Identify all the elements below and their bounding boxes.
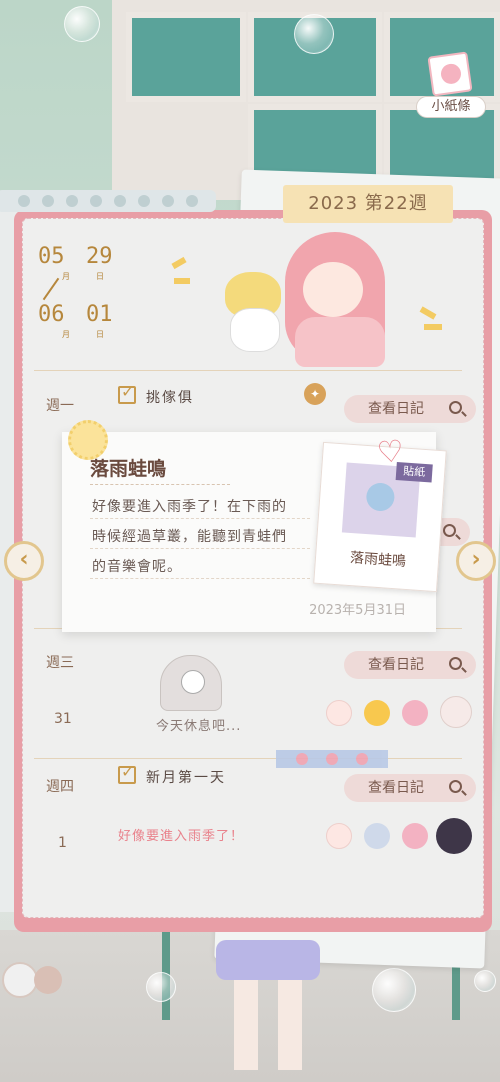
emoji-sticker: [326, 700, 352, 726]
bubble: [146, 972, 176, 1002]
day-label-wednesday: 週三: [46, 655, 74, 671]
line-divider: [90, 548, 310, 549]
view-diary-label: 查看日記: [368, 401, 424, 417]
day-number: 31: [54, 711, 72, 727]
entry-line: 時候經過草叢，能聽到青蛙們: [92, 529, 287, 545]
title-divider: [90, 484, 230, 485]
end-month: 06: [38, 302, 65, 327]
search-icon: [449, 780, 462, 793]
note-button[interactable]: 小紙條: [416, 48, 486, 120]
washi-tape: [276, 750, 388, 768]
start-month: 05: [38, 244, 65, 269]
sun-sticker: [364, 700, 390, 726]
bubble: [64, 6, 100, 42]
prev-week-arrow[interactable]: ‹: [4, 541, 44, 581]
line-divider: [90, 518, 310, 519]
day-unit: 日: [96, 330, 104, 339]
divider: [34, 758, 462, 759]
start-day: 29: [86, 244, 113, 269]
end-day: 01: [86, 302, 113, 327]
month-unit: 月: [62, 272, 70, 281]
entry-date: 2023年5月31日: [309, 603, 406, 618]
sticker-name: 落雨蛙鳴: [349, 550, 407, 570]
gift-icon: ✦: [304, 383, 326, 405]
day-label-monday: 週一: [46, 398, 74, 414]
emoji-sticker: [326, 823, 352, 849]
paw-charm: [2, 962, 38, 998]
day-label-thursday: 週四: [46, 779, 74, 795]
next-week-arrow[interactable]: ›: [456, 541, 496, 581]
task-text: 挑傢俱: [146, 390, 194, 406]
line-divider: [90, 578, 310, 579]
note-button-label: 小紙條: [416, 96, 486, 118]
doll-figure: [216, 940, 320, 1082]
charm-ball: [34, 966, 62, 994]
task-checkbox[interactable]: [118, 762, 136, 784]
avatar-sticker: [402, 700, 428, 726]
task-text: 新月第一天: [146, 770, 226, 786]
entry-title: 落雨蛙鳴: [90, 458, 167, 480]
day-unit: 日: [96, 272, 104, 281]
week-tab: 2023 第22週: [283, 185, 453, 223]
heart-icon: ♡: [375, 433, 406, 472]
bubble: [372, 968, 416, 1012]
cloud-sticker: [364, 823, 390, 849]
diary-rings: [0, 190, 216, 212]
month-unit: 月: [62, 330, 70, 339]
entry-line: 的音樂會呢。: [92, 559, 182, 575]
view-diary-button[interactable]: 查看日記: [344, 395, 476, 423]
rest-text: 今天休息吧...: [156, 719, 242, 734]
handwritten-note: 好像要進入雨季了！: [118, 829, 245, 844]
bubble: [474, 970, 496, 992]
task-checkbox[interactable]: [118, 382, 136, 404]
divider: [34, 370, 462, 371]
outfit-sticker: [440, 696, 472, 728]
search-icon: [443, 524, 456, 537]
day-number: 1: [58, 835, 67, 851]
view-diary-button[interactable]: 查看日記: [344, 651, 476, 679]
avatar-sticker: [402, 823, 428, 849]
sparkle-decoration: [424, 324, 442, 330]
search-icon: [449, 657, 462, 670]
rest-avatar: [160, 655, 222, 711]
outfit-sticker: [436, 818, 472, 854]
entry-line: 好像要進入雨季了！在下雨的: [92, 499, 287, 515]
note-picture-icon: [427, 51, 473, 97]
view-diary-label: 查看日記: [368, 780, 424, 796]
search-icon: [449, 401, 462, 414]
view-diary-button[interactable]: 查看日記: [344, 774, 476, 802]
view-diary-label: 查看日記: [368, 657, 424, 673]
sparkle-decoration: [174, 278, 190, 284]
characters-illustration: [200, 232, 410, 372]
bubble: [294, 14, 334, 54]
